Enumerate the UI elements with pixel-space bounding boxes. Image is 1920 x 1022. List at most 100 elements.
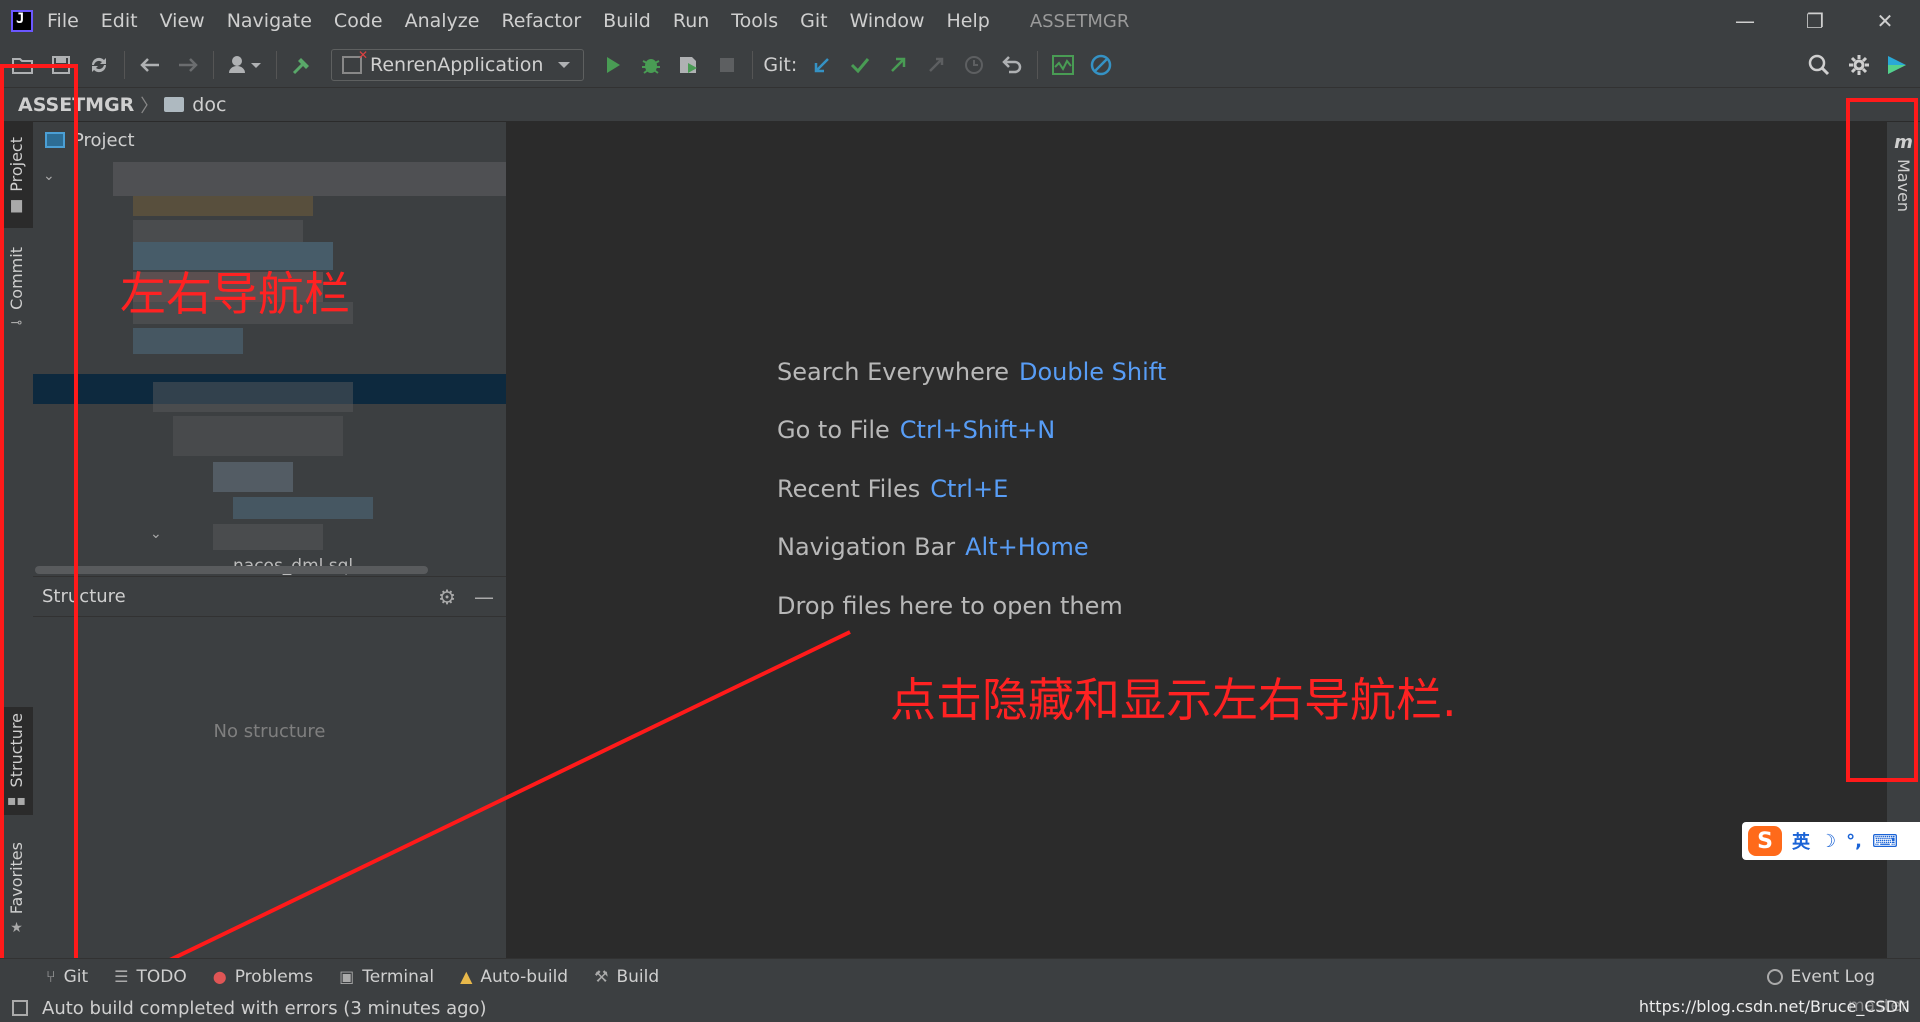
menu-edit[interactable]: Edit [101, 10, 138, 32]
stripe-tab-commit[interactable]: Commit ⊸ [0, 234, 33, 344]
stripe-structure-label: Structure [7, 712, 26, 788]
git-merge-icon[interactable] [921, 50, 951, 80]
menu-help[interactable]: Help [946, 10, 989, 32]
chevron-down-icon[interactable]: ⌄ [43, 168, 55, 184]
chevron-right-icon[interactable]: › [73, 350, 79, 366]
annotation-center-note: 点击隐藏和显示左右导航栏. [890, 673, 1457, 727]
menu-refactor[interactable]: Refactor [501, 10, 581, 32]
ime-toolbar: S 英 ☽ °, ⌨ [1742, 822, 1920, 860]
git-push-icon[interactable] [883, 50, 913, 80]
editor-area: Search Everywhere Double Shift Go to File… [506, 122, 1887, 958]
back-arrow-icon[interactable] [135, 50, 165, 80]
moon-icon[interactable]: ☽ [1820, 831, 1836, 852]
stripe-tab-maven[interactable]: m Maven [1887, 132, 1920, 212]
git-update-icon[interactable] [807, 50, 837, 80]
hint-label: Recent Files [777, 475, 921, 503]
tool-tab-build[interactable]: ⚒ Build [594, 967, 659, 987]
debug-bug-icon[interactable] [636, 50, 666, 80]
chevron-down-icon [558, 61, 571, 68]
main-toolbar: RenrenApplication Git: [0, 42, 1920, 88]
breadcrumb-root[interactable]: ASSETMGR [18, 94, 134, 116]
stripe-favorites-label: Favorites [7, 841, 26, 915]
stripe-tab-structure[interactable]: Structure ▪▪ [0, 707, 33, 815]
hammer-icon: ⚒ [594, 967, 609, 986]
project-panel: Project ⌄ › ⌄ nacos_dml.sql [33, 122, 513, 576]
run-config-icon [342, 48, 368, 74]
menu-tools[interactable]: Tools [731, 10, 778, 32]
tool-tab-terminal[interactable]: ▣ Terminal [339, 967, 434, 987]
menu-bar: J File Edit View Navigate Code Analyze R… [0, 0, 1920, 42]
tool-tab-todo[interactable]: ☰ TODO [114, 967, 187, 987]
chevron-right-icon: 〉 [140, 95, 159, 117]
tool-tab-label: Terminal [362, 966, 435, 987]
toolbar-separator [124, 50, 125, 79]
menu-navigate[interactable]: Navigate [227, 10, 312, 32]
project-icon [45, 132, 65, 148]
toolbox-logo-icon[interactable] [1882, 50, 1912, 80]
stripe-tab-project[interactable]: Project ▆ [0, 122, 33, 228]
hide-panel-icon[interactable]: — [474, 585, 494, 609]
structure-panel-title: Structure [42, 586, 126, 607]
folder-icon: ▆ [11, 197, 22, 214]
git-commit-check-icon[interactable] [845, 50, 875, 80]
status-message[interactable]: Auto build completed with errors (3 minu… [42, 998, 487, 1019]
breadcrumb: ASSETMGR 〉 doc [0, 88, 1920, 122]
horizontal-scrollbar[interactable] [35, 566, 428, 574]
build-hammer-icon[interactable] [287, 50, 317, 80]
run-config-dropdown[interactable]: RenrenApplication [331, 48, 585, 81]
open-folder-icon[interactable] [8, 50, 38, 80]
hint-go-to-file: Go to File Ctrl+Shift+N [777, 416, 1055, 444]
menu-build[interactable]: Build [603, 10, 651, 32]
disable-icon[interactable] [1086, 50, 1116, 80]
chevron-down-icon[interactable]: ⌄ [150, 526, 162, 542]
event-log-tab[interactable]: Event Log [1766, 967, 1875, 987]
tool-tab-label: Auto-build [480, 966, 569, 987]
project-panel-header: Project [33, 122, 506, 158]
hint-recent-files: Recent Files Ctrl+E [777, 475, 1008, 503]
menu-git[interactable]: Git [800, 10, 827, 32]
forward-arrow-icon[interactable] [173, 50, 203, 80]
menu-file[interactable]: File [47, 10, 79, 32]
profiler-chart-icon[interactable] [1048, 50, 1078, 80]
sync-icon[interactable] [84, 50, 114, 80]
toggle-tool-windows-icon[interactable] [12, 1000, 28, 1016]
gear-icon[interactable]: ⚙ [438, 585, 456, 609]
hint-shortcut: Double Shift [1019, 358, 1167, 386]
minimize-button[interactable]: — [1710, 0, 1780, 42]
hint-navigation-bar: Navigation Bar Alt+Home [777, 533, 1089, 561]
toolbar-separator [1037, 50, 1039, 79]
tool-tab-auto-build[interactable]: ▲ Auto-build [460, 967, 568, 987]
close-button[interactable]: ✕ [1850, 0, 1920, 42]
menu-view[interactable]: View [160, 10, 205, 32]
sogou-logo-icon[interactable]: S [1748, 826, 1782, 856]
punctuation-icon[interactable]: °, [1846, 831, 1862, 852]
window-controls: — ❐ ✕ [1710, 0, 1920, 42]
settings-gear-icon[interactable] [1844, 50, 1874, 80]
run-icon[interactable] [598, 50, 628, 80]
hint-shortcut: Ctrl+Shift+N [899, 416, 1056, 444]
stripe-project-label: Project [7, 136, 26, 192]
stripe-tab-favorites[interactable]: Favorites ★ [0, 834, 33, 944]
git-history-clock-icon[interactable] [959, 50, 989, 80]
tool-tab-git[interactable]: ⑂ Git [46, 967, 88, 987]
commit-icon: ⊸ [10, 315, 23, 332]
run-config-label: RenrenApplication [370, 53, 544, 76]
stop-icon[interactable] [712, 50, 742, 80]
menu-run[interactable]: Run [673, 10, 709, 32]
menu-analyze[interactable]: Analyze [405, 10, 480, 32]
tool-tab-label: Build [616, 966, 660, 987]
git-rollback-icon[interactable] [997, 50, 1027, 80]
menu-window[interactable]: Window [850, 10, 925, 32]
save-all-icon[interactable] [46, 50, 76, 80]
user-dropdown-icon[interactable] [224, 50, 266, 80]
menu-code[interactable]: Code [334, 10, 383, 32]
keyboard-icon[interactable]: ⌨ [1872, 831, 1898, 852]
restore-button[interactable]: ❐ [1780, 0, 1850, 42]
search-icon[interactable] [1804, 50, 1834, 80]
run-with-coverage-icon[interactable] [674, 50, 704, 80]
left-tool-stripe: Project ▆ Commit ⊸ Structure ▪▪ Favorite… [0, 122, 33, 958]
project-panel-title[interactable]: Project [73, 130, 135, 151]
ime-language-toggle[interactable]: 英 [1792, 828, 1810, 854]
tool-tab-problems[interactable]: ● Problems [213, 967, 313, 987]
breadcrumb-doc[interactable]: doc [192, 94, 226, 116]
